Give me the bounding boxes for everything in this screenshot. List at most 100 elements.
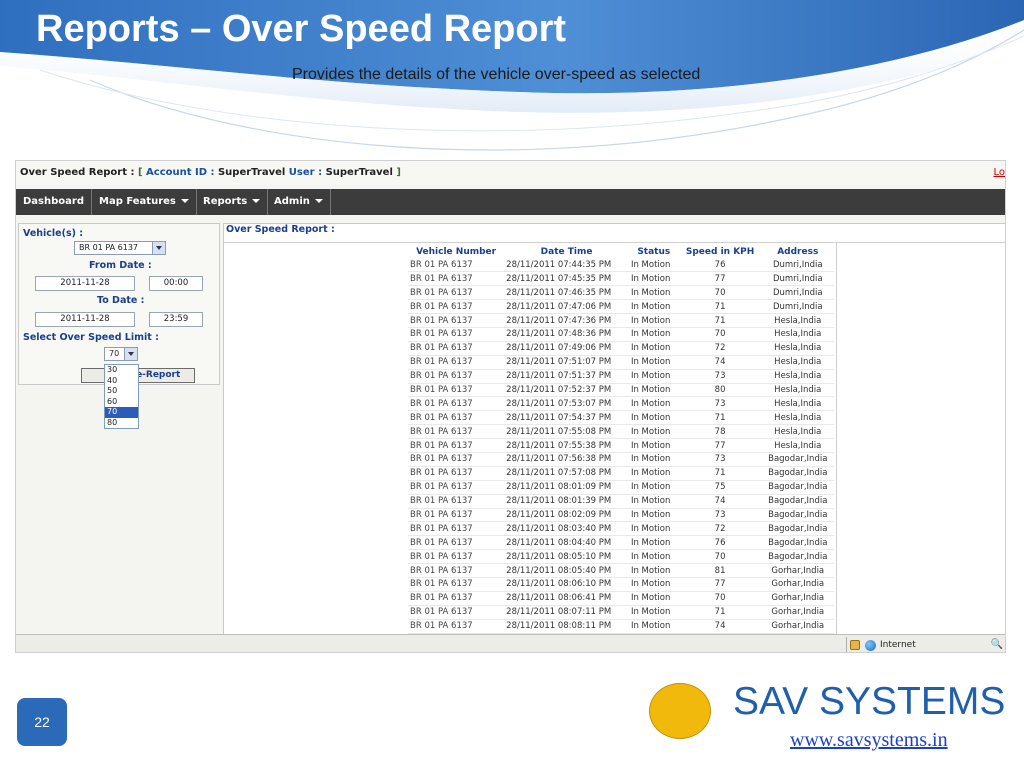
slide-title: Reports – Over Speed Report [36, 8, 567, 50]
user-label: User : [288, 167, 323, 178]
table-cell: 70 [678, 549, 762, 565]
from-time-input[interactable]: 00:00 [149, 276, 203, 291]
speed-option-selected[interactable]: 70 [105, 407, 138, 418]
table-cell: BR 01 PA 6137 [408, 271, 505, 287]
table-cell: Bagodar,India [761, 452, 834, 467]
to-time-input[interactable]: 23:59 [149, 312, 203, 327]
speed-option[interactable]: 40 [105, 376, 138, 387]
table-row: BR 01 PA 6137 28/11/2011 07:55:08 PM In Mo… [408, 424, 834, 440]
table-row: BR 01 PA 6137 28/11/2011 08:08:11 PM In Mo… [408, 619, 834, 634]
table-header-row: Vehicle Number Date Time Status Speed in… [408, 245, 834, 258]
vehicle-select[interactable]: BR 01 PA 6137 [74, 241, 166, 255]
table-cell: Hesla,India [761, 383, 834, 398]
table-cell: Hesla,India [761, 438, 834, 453]
table-cell: BR 01 PA 6137 [408, 494, 505, 509]
table-cell: In Motion [628, 591, 679, 606]
table-cell: 76 [678, 258, 762, 273]
table-cell: BR 01 PA 6137 [408, 452, 505, 467]
table-cell: In Motion [628, 480, 679, 495]
menu-admin[interactable]: Admin [267, 189, 331, 215]
website-link[interactable]: www.savsystems.in [790, 729, 948, 752]
table-cell: 77 [678, 577, 762, 592]
table-row: BR 01 PA 6137 28/11/2011 07:57:08 PM In Mo… [408, 466, 834, 481]
table-row: BR 01 PA 6137 28/11/2011 08:01:39 PM In Mo… [408, 494, 834, 509]
speed-option[interactable]: 80 [105, 418, 138, 429]
table-cell: 70 [678, 285, 762, 301]
from-date-label: From Date : [89, 260, 152, 271]
table-cell: 28/11/2011 07:57:08 PM [504, 466, 629, 481]
table-cell: Hesla,India [761, 410, 834, 426]
bracket-close: ] [396, 167, 401, 178]
table-cell: BR 01 PA 6137 [408, 424, 505, 440]
speed-limit-label: Select Over Speed Limit : [23, 332, 159, 343]
table-cell: In Motion [628, 313, 679, 328]
table-cell: 28/11/2011 07:45:35 PM [504, 271, 629, 287]
table-cell: BR 01 PA 6137 [408, 313, 505, 328]
logout-link[interactable]: Lo [993, 167, 1005, 178]
speed-limit-select[interactable]: 70 [104, 347, 138, 361]
report-table: Vehicle Number Date Time Status Speed in… [408, 245, 834, 634]
table-cell: In Motion [628, 396, 679, 412]
table-row: BR 01 PA 6137 28/11/2011 07:51:07 PM In Mo… [408, 355, 834, 370]
table-cell: BR 01 PA 6137 [408, 383, 505, 398]
table-cell: 28/11/2011 07:55:38 PM [504, 438, 629, 453]
user-value: SuperTravel [325, 167, 393, 178]
table-row: BR 01 PA 6137 28/11/2011 07:55:38 PM In Mo… [408, 438, 834, 453]
table-row: BR 01 PA 6137 28/11/2011 08:02:09 PM In Mo… [408, 508, 834, 523]
speed-option[interactable]: 50 [105, 386, 138, 397]
column-header: Speed in KPH [685, 246, 755, 257]
app-header: Over Speed Report : [ Account ID : Super… [16, 161, 1005, 185]
table-cell: 28/11/2011 08:08:11 PM [504, 619, 629, 634]
table-cell: Gorhar,India [761, 577, 834, 592]
table-cell: In Motion [628, 355, 679, 370]
bracket-open: [ [137, 167, 143, 178]
table-row: BR 01 PA 6137 28/11/2011 08:04:40 PM In Mo… [408, 535, 834, 551]
table-cell: Dumri,India [761, 299, 834, 315]
table-cell: 28/11/2011 07:49:06 PM [504, 341, 629, 356]
table-row: BR 01 PA 6137 28/11/2011 07:56:38 PM In Mo… [408, 452, 834, 467]
table-row: BR 01 PA 6137 28/11/2011 08:06:10 PM In Mo… [408, 577, 834, 592]
caret-down-icon [252, 199, 261, 203]
speed-option[interactable]: 30 [105, 365, 138, 376]
table-cell: 73 [678, 508, 762, 523]
menu-reports[interactable]: Reports [196, 189, 269, 215]
zoom-icon[interactable]: 🔍 [991, 639, 1003, 650]
table-cell: In Motion [628, 605, 679, 620]
menu-map-features[interactable]: Map Features [92, 189, 197, 215]
table-cell: 72 [678, 341, 762, 356]
table-cell: Dumri,India [761, 285, 834, 301]
table-cell: In Motion [628, 508, 679, 523]
table-cell: Gorhar,India [761, 619, 834, 634]
browser-statusbar: Internet 🔍 [16, 634, 1005, 652]
table-cell: 73 [678, 396, 762, 412]
speed-option[interactable]: 60 [105, 397, 138, 408]
globe-icon [865, 640, 876, 651]
table-cell: 28/11/2011 08:04:40 PM [504, 535, 629, 551]
table-cell: Bagodar,India [761, 549, 834, 565]
table-cell: 71 [678, 299, 762, 315]
menu-dashboard[interactable]: Dashboard [16, 189, 92, 215]
table-cell: BR 01 PA 6137 [408, 410, 505, 426]
table-row: BR 01 PA 6137 28/11/2011 08:03:40 PM In Mo… [408, 521, 834, 537]
table-cell: 28/11/2011 08:05:10 PM [504, 549, 629, 565]
table-cell: 28/11/2011 08:06:41 PM [504, 591, 629, 606]
table-row: BR 01 PA 6137 28/11/2011 08:07:11 PM In Mo… [408, 605, 834, 620]
table-cell: BR 01 PA 6137 [408, 591, 505, 606]
table-cell: BR 01 PA 6137 [408, 438, 505, 453]
table-cell: 73 [678, 452, 762, 467]
table-row: BR 01 PA 6137 28/11/2011 07:44:35 PM In Mo… [408, 258, 834, 273]
table-cell: BR 01 PA 6137 [408, 355, 505, 370]
from-date-input[interactable]: 2011-11-28 [35, 276, 135, 291]
table-cell: 28/11/2011 07:56:38 PM [504, 452, 629, 467]
table-cell: BR 01 PA 6137 [408, 521, 505, 537]
table-cell: 71 [678, 410, 762, 426]
filter-panel: Vehicle(s) : BR 01 PA 6137 From Date : 2… [18, 223, 220, 429]
table-cell: In Motion [628, 563, 679, 578]
to-date-input[interactable]: 2011-11-28 [35, 312, 135, 327]
table-cell: In Motion [628, 299, 679, 315]
table-cell: Hesla,India [761, 327, 834, 342]
table-cell: Bagodar,India [761, 466, 834, 481]
divider [224, 242, 1005, 243]
table-cell: In Motion [628, 438, 679, 453]
table-cell: 28/11/2011 08:07:11 PM [504, 605, 629, 620]
